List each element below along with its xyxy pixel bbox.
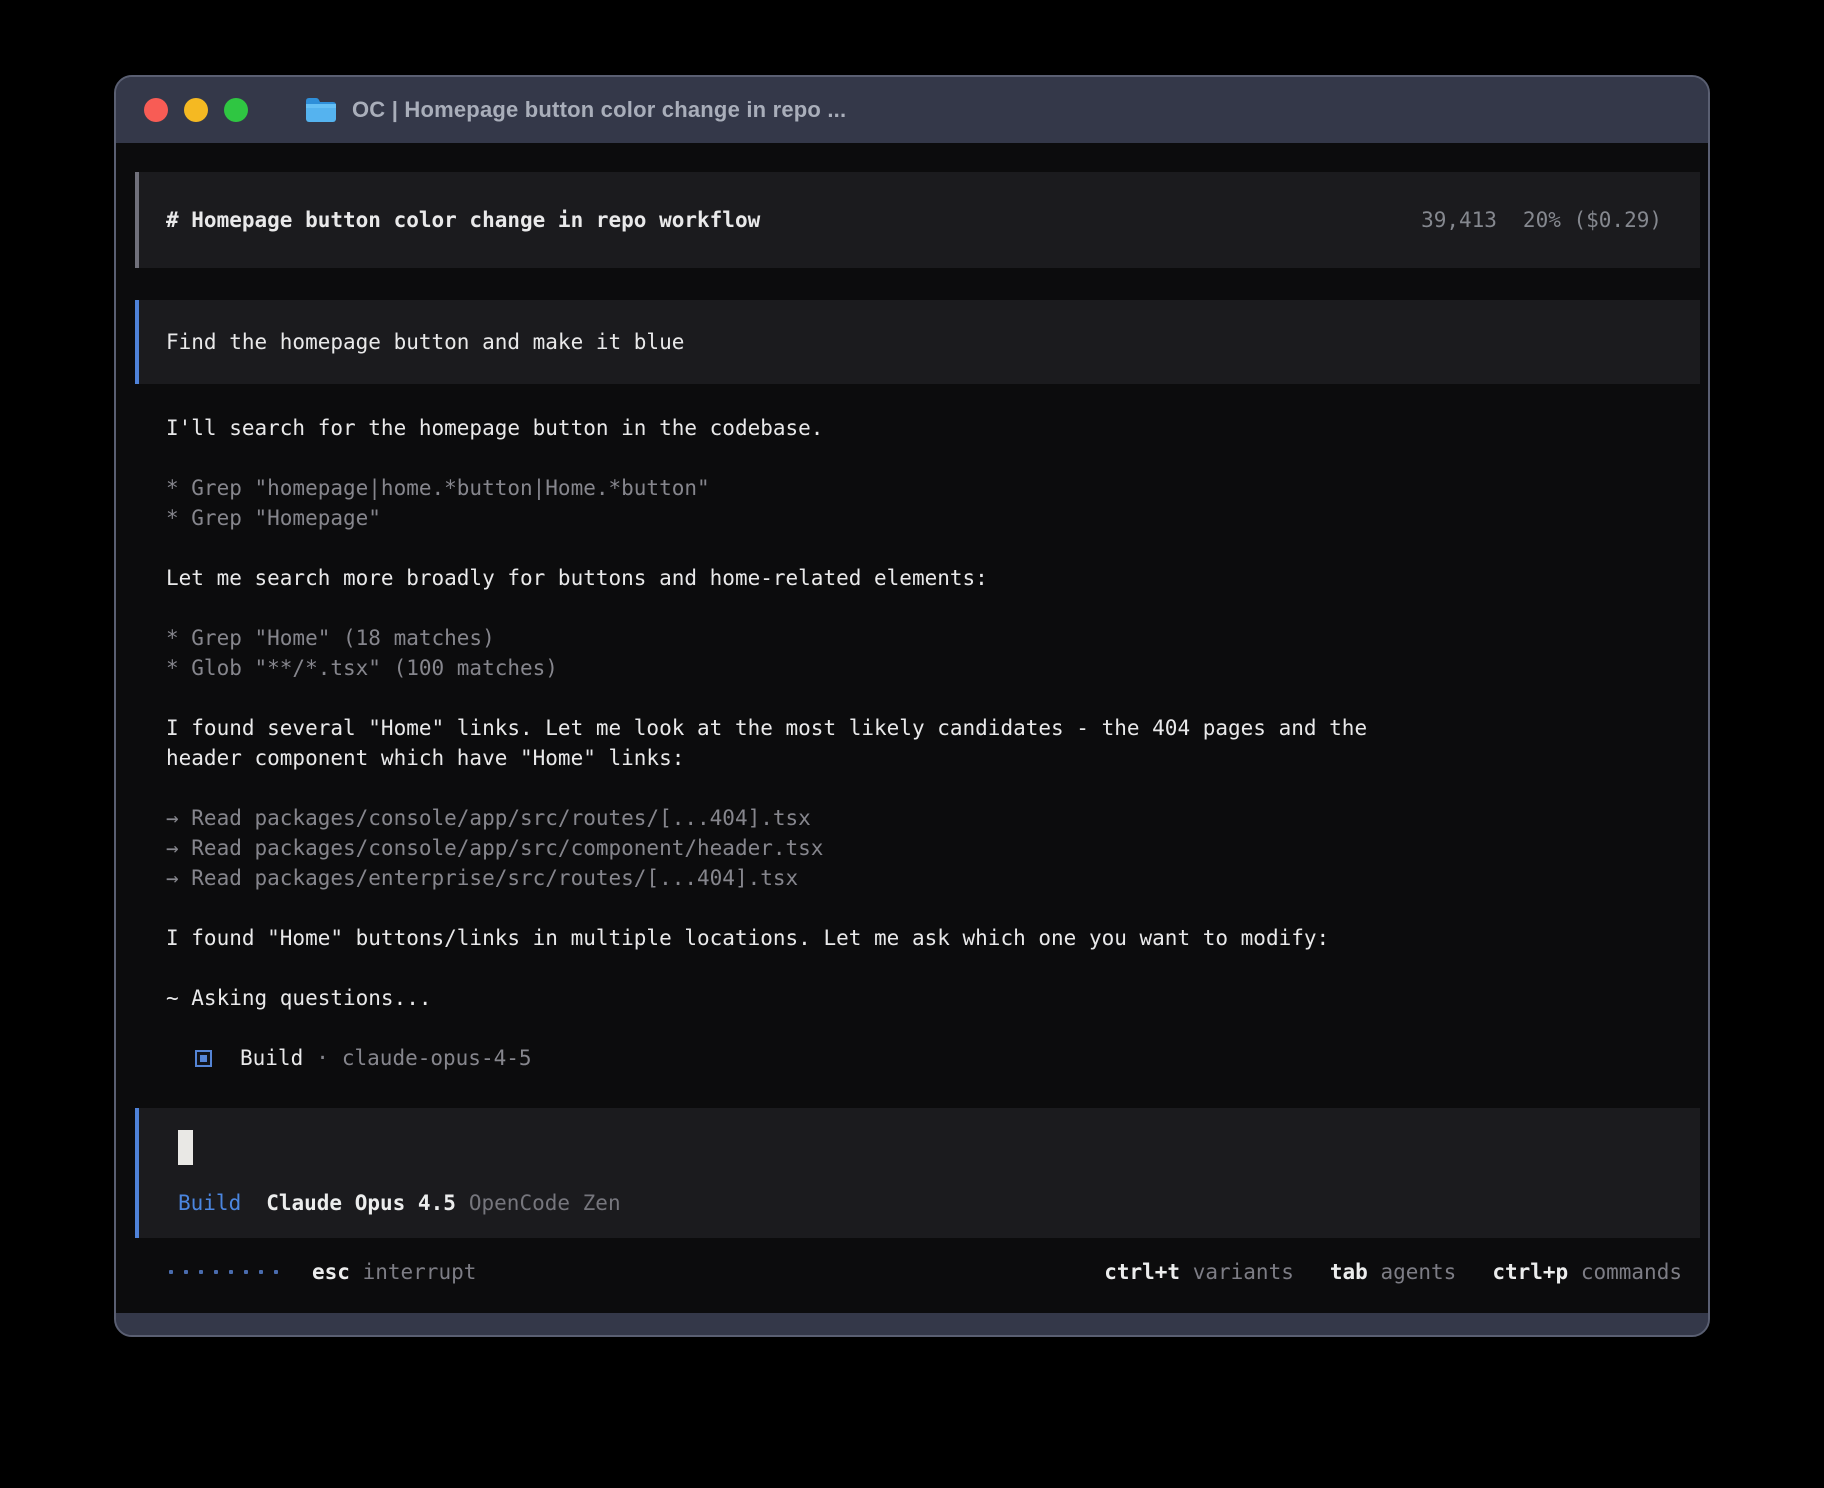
session-header: # Homepage button color change in repo w… [135, 172, 1700, 268]
hint-commands: ctrl+p commands [1492, 1257, 1682, 1287]
input-model-label: Claude Opus 4.5 [266, 1188, 456, 1218]
hint-agents: tab agents [1330, 1257, 1456, 1287]
agent-model: claude-opus-4-5 [342, 1043, 532, 1073]
minimize-button[interactable] [184, 98, 208, 122]
esc-label: interrupt [363, 1260, 477, 1284]
input-meta: Build Claude Opus 4.5 OpenCode Zen [178, 1188, 1673, 1218]
traffic-lights [116, 98, 248, 122]
window-bottom-strip [116, 1313, 1708, 1337]
input-provider-label: OpenCode Zen [469, 1188, 621, 1218]
terminal-content: # Homepage button color change in repo w… [116, 143, 1708, 1313]
tab-key: tab [1330, 1260, 1368, 1284]
assistant-text: I'll search for the homepage button in t… [166, 413, 1688, 443]
tool-call-read: → Read packages/enterprise/src/routes/[.… [166, 863, 1688, 893]
text-cursor [178, 1130, 193, 1165]
tool-call-grep: * Grep "Homepage" [166, 503, 1688, 533]
ctrl-p-key: ctrl+p [1492, 1260, 1568, 1284]
user-message-text: Find the homepage button and make it blu… [166, 327, 684, 357]
zoom-button[interactable] [224, 98, 248, 122]
assistant-text: I found "Home" buttons/links in multiple… [166, 923, 1688, 953]
assistant-text: Let me search more broadly for buttons a… [166, 563, 1688, 593]
input-agent-label: Build [178, 1188, 241, 1218]
assistant-text: header component which have "Home" links… [166, 743, 1688, 773]
tool-call-read: → Read packages/console/app/src/routes/[… [166, 803, 1688, 833]
context-cost: 20% ($0.29) [1523, 205, 1662, 235]
agent-separator: · [316, 1043, 329, 1073]
close-button[interactable] [144, 98, 168, 122]
tool-call-read: → Read packages/console/app/src/componen… [166, 833, 1688, 863]
tool-call-grep: * Grep "Home" (18 matches) [166, 623, 1688, 653]
assistant-transcript: I'll search for the homepage button in t… [166, 413, 1688, 1073]
agent-status-line: Build · claude-opus-4-5 [166, 1043, 1688, 1073]
status-bar: esc interrupt ctrl+t variants tab agents… [135, 1252, 1700, 1292]
keyboard-hints: ctrl+t variants tab agents ctrl+p comman… [1104, 1257, 1700, 1287]
titlebar: OC | Homepage button color change in rep… [116, 77, 1708, 143]
session-stats: 39,413 20% ($0.29) [1421, 205, 1662, 235]
hint-variants: ctrl+t variants [1104, 1257, 1294, 1287]
window-title: OC | Homepage button color change in rep… [352, 97, 846, 123]
prompt-input[interactable]: Build Claude Opus 4.5 OpenCode Zen [135, 1108, 1700, 1238]
folder-icon [304, 96, 338, 124]
agents-label: agents [1380, 1260, 1456, 1284]
assistant-text: I found several "Home" links. Let me loo… [166, 713, 1688, 743]
commands-label: commands [1581, 1260, 1682, 1284]
agent-name: Build [240, 1043, 303, 1073]
terminal-window: OC | Homepage button color change in rep… [114, 75, 1710, 1337]
token-count: 39,413 [1421, 205, 1497, 235]
ctrl-t-key: ctrl+t [1104, 1260, 1180, 1284]
tool-call-grep: * Grep "homepage|home.*button|Home.*butt… [166, 473, 1688, 503]
user-message: Find the homepage button and make it blu… [135, 300, 1700, 384]
tool-call-glob: * Glob "**/*.tsx" (100 matches) [166, 653, 1688, 683]
hint-interrupt: esc interrupt [312, 1257, 476, 1287]
variants-label: variants [1193, 1260, 1294, 1284]
assistant-status-text: ~ Asking questions... [166, 983, 1688, 1013]
working-spinner [169, 1270, 278, 1274]
session-title: # Homepage button color change in repo w… [166, 205, 760, 235]
agent-icon [195, 1050, 212, 1067]
esc-key: esc [312, 1260, 350, 1284]
